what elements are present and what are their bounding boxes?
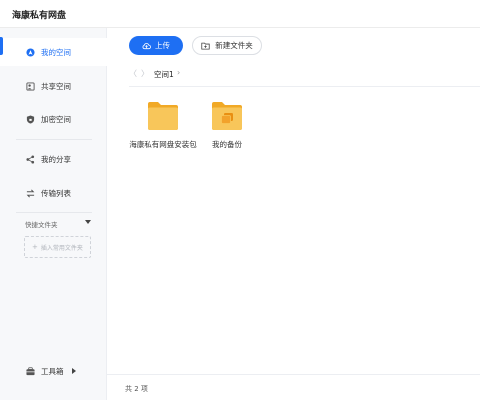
- title-bar: 海康私有网盘: [0, 0, 480, 28]
- caret-down-icon[interactable]: [85, 220, 91, 224]
- back-button[interactable]: 〈: [129, 68, 137, 79]
- sidebar-divider: [16, 139, 92, 140]
- new-folder-button[interactable]: 新建文件夹: [192, 36, 262, 55]
- add-quick-folder-label: 插入常用文件夹: [40, 244, 83, 252]
- folder-icon: [147, 101, 179, 131]
- chevron-right-icon: [71, 368, 76, 374]
- toolbox-button[interactable]: 工具箱: [0, 358, 107, 384]
- breadcrumb-current[interactable]: 空间1: [154, 69, 174, 80]
- sidebar-divider: [16, 212, 92, 213]
- sidebar-item-label: 传输列表: [41, 188, 71, 198]
- backup-folder-icon: [211, 101, 243, 131]
- upload-label: 上传: [155, 41, 170, 50]
- main-content: 上传 新建文件夹 〈 〉 空间1 › 海康私有网盘安装包 我的备份 共 2 项: [107, 28, 480, 400]
- status-bar: 共 2 项: [107, 374, 480, 400]
- header-divider: [129, 86, 480, 87]
- sidebar-item-label: 我的空间: [41, 47, 71, 57]
- toolbox-icon: [26, 366, 35, 376]
- plus-icon: +: [32, 243, 38, 251]
- sidebar-item-label: 我的分享: [41, 154, 71, 164]
- transfer-icon: [26, 189, 35, 198]
- shared-space-icon: [26, 81, 35, 91]
- file-item[interactable]: 海康私有网盘安装包: [128, 101, 198, 150]
- breadcrumb-separator: ›: [177, 68, 181, 77]
- sidebar-item-my-space[interactable]: 我的空间: [0, 38, 107, 66]
- sidebar-item-transfer-list[interactable]: 传输列表: [0, 179, 107, 207]
- sidebar-item-my-share[interactable]: 我的分享: [0, 145, 107, 173]
- quick-folders-title: 快捷文件夹: [25, 221, 58, 229]
- new-folder-icon: [201, 42, 210, 50]
- file-name: 海康私有网盘安装包: [129, 140, 197, 149]
- forward-button[interactable]: 〉: [141, 68, 149, 79]
- cloud-upload-icon: [142, 42, 151, 50]
- sidebar: 我的空间 共享空间 加密空间 我的分享 传输列表 快捷文件夹 + 插入常用文件夹…: [0, 28, 107, 400]
- file-name: 我的备份: [212, 140, 242, 149]
- item-count: 共 2 项: [125, 385, 148, 393]
- file-item[interactable]: 我的备份: [192, 101, 262, 150]
- encrypted-space-icon: [26, 114, 35, 124]
- add-quick-folder-button[interactable]: + 插入常用文件夹: [24, 236, 91, 258]
- sidebar-item-label: 共享空间: [41, 81, 71, 91]
- sidebar-item-encrypted-space[interactable]: 加密空间: [0, 105, 107, 133]
- upload-button[interactable]: 上传: [129, 36, 183, 55]
- toolbox-label: 工具箱: [41, 366, 64, 376]
- sidebar-item-shared-space[interactable]: 共享空间: [0, 72, 107, 100]
- share-icon: [26, 154, 35, 164]
- active-indicator: [0, 37, 3, 55]
- new-folder-label: 新建文件夹: [215, 41, 253, 50]
- sidebar-item-label: 加密空间: [41, 114, 71, 124]
- app-title: 海康私有网盘: [12, 11, 67, 21]
- app-window: 海康私有网盘 我的空间 共享空间 加密空间 我的分享 传输列表 快捷文件夹 + …: [0, 0, 480, 400]
- my-space-icon: [26, 47, 35, 57]
